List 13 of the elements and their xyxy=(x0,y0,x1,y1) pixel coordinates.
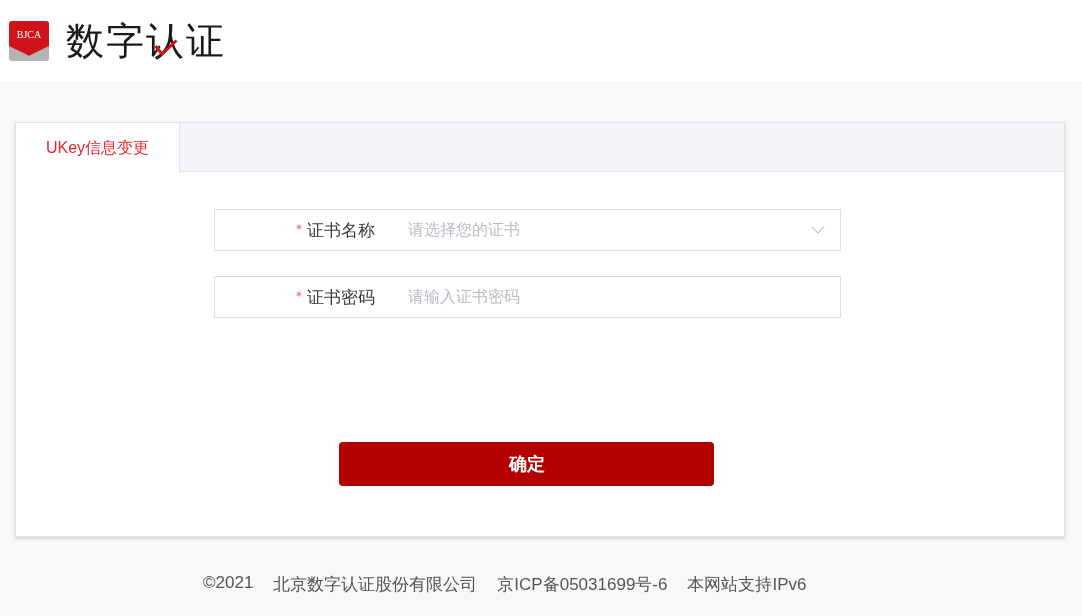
footer-text: ©2021 xyxy=(203,573,254,594)
select-input[interactable]: 请选择您的证书 xyxy=(408,210,803,250)
field-label: 证书名称 xyxy=(307,219,375,242)
password-field[interactable]: 证书密码 请输入证书密码 xyxy=(214,276,841,318)
chevron-down-icon[interactable] xyxy=(811,226,825,234)
tab[interactable]: UKey信息变更 xyxy=(16,123,180,173)
select-field[interactable]: 证书名称 请选择您的证书 xyxy=(214,209,841,251)
password-input[interactable]: 请输入证书密码 xyxy=(408,277,840,317)
footer-text: 京ICP备05031699号-6 xyxy=(497,574,668,596)
confirm-button[interactable]: 确定 xyxy=(339,442,714,486)
footer-text: 本网站支持IPv6 xyxy=(687,574,807,596)
field-label: 证书密码 xyxy=(307,286,375,309)
footer-text: 北京数字认证股份有限公司 xyxy=(273,574,478,596)
